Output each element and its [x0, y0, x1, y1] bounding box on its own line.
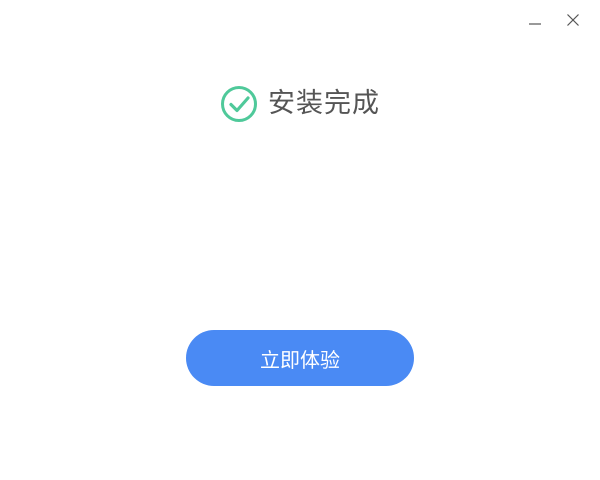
completion-header: 安装完成 [0, 84, 600, 124]
page-title: 安装完成 [268, 88, 380, 119]
minimize-icon [529, 23, 541, 25]
close-button[interactable] [558, 6, 588, 34]
experience-now-button[interactable]: 立即体验 [186, 330, 414, 386]
close-icon [567, 14, 579, 26]
installer-window: 安装完成 立即体验 [0, 0, 600, 480]
minimize-button[interactable] [520, 6, 550, 34]
check-circle-icon [221, 86, 257, 122]
